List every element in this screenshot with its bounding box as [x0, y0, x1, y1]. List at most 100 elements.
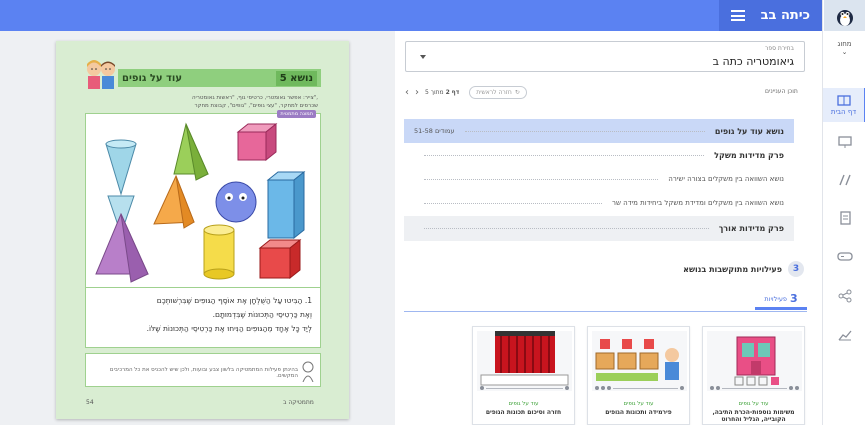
toc-panel: בחירת ספר גיאומטריה כתה ב ‹ › דף 2 מתוך …	[395, 31, 822, 425]
toc-row-pages: 51-58 עמודים	[414, 127, 455, 135]
dropdown-arrow-icon	[420, 55, 426, 59]
activity-thumbnail	[707, 331, 802, 391]
dotted-leader	[424, 228, 709, 229]
activity-thumbnail	[592, 331, 687, 391]
refresh-icon: ↻	[514, 89, 520, 96]
kids-icon	[87, 60, 115, 89]
note-text: בהינתן פעילות המתמטיקה בלשון צבע ובועות,…	[109, 367, 298, 379]
page-indicator: דף 2 מתוך 5	[425, 89, 459, 96]
activity-thumbnail	[477, 331, 572, 391]
class-title-block: כיתה בב	[719, 0, 822, 31]
chevron-down-icon: ⌄	[841, 48, 848, 56]
book-select-value: גיאומטריה כתה ב	[712, 55, 794, 68]
activity-progress	[592, 385, 687, 391]
dotted-leader	[464, 130, 705, 132]
next-page-icon[interactable]: ›	[415, 87, 419, 98]
dotted-leader	[424, 202, 603, 204]
page-of: מתוך	[430, 89, 444, 96]
page-word: דף	[451, 89, 460, 96]
sidebar-item-home[interactable]: דף הבית	[823, 88, 865, 122]
dotted-leader	[424, 178, 659, 180]
activity-category: עוד על גופים	[738, 401, 769, 407]
toc-pager: ‹ › דף 2 מתוך 5 חזרה לראשית ↻	[405, 86, 527, 99]
monitor-icon	[837, 136, 852, 148]
book-select[interactable]: בחירת ספר גיאומטריה כתה ב	[405, 41, 805, 72]
tools-icon	[838, 174, 851, 186]
shapes-illustration: תמונה מתמטית	[85, 110, 321, 288]
toc-row[interactable]: 51-58 עמודים נושא עוד על גופים	[404, 119, 794, 143]
activity-progress	[707, 385, 802, 391]
right-sidebar: מחוג ⌄ דף הבית	[822, 0, 865, 425]
topic-number: נושא 5	[275, 70, 317, 86]
activities-title: פעילויות מתוקשבות בנושא	[683, 264, 782, 274]
exercise-text: 1. הַבִּיטוּ עַל הַשֻּׁלְחָן אֶת אוֹסֶף …	[85, 288, 321, 348]
activity-category: עוד על גופים	[623, 401, 654, 407]
back-to-start-button[interactable]: חזרה לראשית ↻	[469, 86, 527, 99]
tab-activities-label: פעילויות	[764, 294, 787, 303]
book-page: עוד על גופים נושא 5 צייר: אפשר גאומטרי, …	[56, 41, 349, 419]
document-icon	[839, 211, 851, 225]
tab-divider	[404, 311, 807, 312]
page-current: 2	[445, 89, 450, 96]
app-logo[interactable]	[824, 0, 865, 31]
chart-icon	[837, 330, 851, 341]
network-icon	[838, 289, 851, 303]
toc-row-name: נושא עוד על גופים	[714, 126, 784, 136]
sidebar-item-share[interactable]	[823, 286, 865, 306]
prev-page-icon[interactable]: ‹	[405, 87, 409, 98]
toc-row[interactable]: פרק מדידות אורך	[404, 216, 794, 241]
materials-line-2: שכרסים למחקר, "עצי גופים", "גופים", קבוצ…	[194, 103, 318, 109]
toc-row-name: נושא השוואה בין משקלים ומדידת משקל ביחיד…	[612, 199, 784, 207]
activity-card[interactable]: עוד על גופים חזרה וסיכום תכונות הגופים	[472, 326, 575, 425]
shape-characters-image	[95, 122, 306, 283]
activities-count-badge: 3	[788, 261, 804, 277]
penguin-logo-icon	[836, 9, 853, 26]
toc-row[interactable]: פרק מדידות משקל	[404, 144, 794, 166]
toc-row-name: נושא השוואה בין משקלים בצורה ישירה	[668, 175, 784, 183]
book-footer-title: מתמטיקה ב	[283, 399, 314, 406]
sidebar-item-document[interactable]	[823, 208, 865, 228]
sidebar-item-label: מחוג	[837, 40, 852, 48]
toc-row[interactable]: נושא השוואה בין משקלים בצורה ישירה	[404, 168, 794, 190]
topic-title: עוד על גופים	[122, 72, 183, 84]
materials-text: צייר: אפשר גאומטרי, כרטיסי גוף, "ראשות ג…	[86, 94, 318, 110]
sidebar-item-tools[interactable]	[823, 170, 865, 190]
page-total: 5	[425, 89, 429, 96]
back-to-start-label: חזרה לראשית	[476, 89, 512, 96]
girl-sketch-icon	[302, 361, 314, 382]
topic-header: עוד על גופים נושא 5	[118, 69, 321, 87]
activity-name: פירמידה ותכונות הגופים	[605, 409, 672, 416]
home-book-icon	[836, 95, 851, 106]
activity-card[interactable]: עוד על גופים פירמידה ותכונות הגופים	[587, 326, 690, 425]
exercise-line: לְיַד כָּל אֶחָד מֵהַגּוּפִים הַנִּיחוּ …	[146, 324, 312, 333]
activity-name: משימות נוספות-הכרת התיבה, הקובייה, הגליל…	[712, 409, 795, 423]
page-number: 54	[86, 399, 94, 406]
class-title: כיתה בב	[760, 8, 810, 23]
menu-icon[interactable]	[731, 10, 745, 21]
toc-row-name: פרק מדידות משקל	[714, 150, 784, 160]
teacher-note: בהינתן פעילות המתמטיקה בלשון צבע ובועות,…	[85, 353, 321, 387]
dotted-leader	[424, 154, 705, 156]
tab-activities[interactable]: 3 פעילויות	[755, 290, 807, 310]
activities-header: 3 פעילויות מתוקשבות בנושא	[683, 261, 804, 277]
toc-row-name: פרק מדידות אורך	[718, 224, 784, 233]
sidebar-item-label: דף הבית	[830, 108, 857, 116]
activity-card[interactable]: עוד על גופים משימות נוספות-הכרת התיבה, ה…	[702, 326, 805, 425]
tab-activities-count: 3	[789, 292, 798, 305]
activity-image	[595, 339, 679, 381]
book-select-label: בחירת ספר	[765, 45, 794, 52]
activity-progress	[477, 385, 572, 391]
sidebar-item-reports[interactable]	[823, 325, 865, 345]
sidebar-item-mechug[interactable]: מחוג ⌄	[823, 40, 865, 64]
exercise-line: 1. הַבִּיטוּ עַל הַשֻּׁלְחָן אֶת אוֹסֶף …	[156, 296, 312, 305]
sidebar-item-screen[interactable]	[823, 132, 865, 152]
sidebar-item-games[interactable]	[823, 246, 865, 266]
illustration-tag: תמונה מתמטית	[277, 110, 316, 118]
gamepad-icon	[836, 252, 853, 261]
activity-name: חזרה וסיכום תכונות הגופים	[485, 409, 562, 416]
materials-line-1: צייר: אפשר גאומטרי, כרטיסי גוף, "ראשות ג…	[191, 95, 318, 101]
activity-image	[734, 336, 779, 386]
activity-image	[480, 331, 569, 386]
toc-row[interactable]: נושא השוואה בין משקלים ומדידת משקל ביחיד…	[404, 192, 794, 214]
toc-label: תוכן העניינים	[765, 88, 798, 95]
